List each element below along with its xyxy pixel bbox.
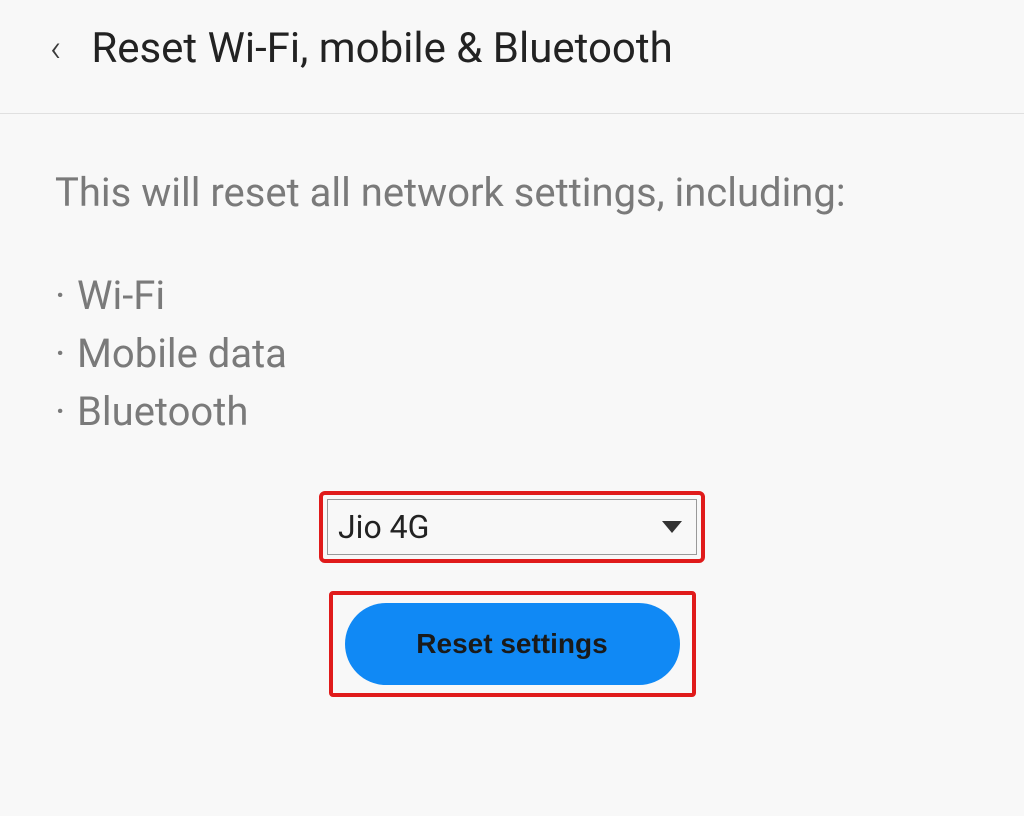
controls-container: Jio 4G Reset settings bbox=[55, 491, 969, 697]
highlight-annotation: Jio 4G bbox=[319, 491, 705, 563]
reset-items-list: Wi-Fi Mobile data Bluetooth bbox=[55, 267, 969, 441]
network-dropdown[interactable]: Jio 4G bbox=[327, 499, 697, 555]
reset-settings-button[interactable]: Reset settings bbox=[345, 603, 680, 685]
description-text: This will reset all network settings, in… bbox=[55, 164, 969, 222]
highlight-annotation: Reset settings bbox=[329, 591, 696, 697]
content-area: This will reset all network settings, in… bbox=[0, 114, 1024, 747]
chevron-down-icon bbox=[662, 521, 682, 533]
page-title: Reset Wi-Fi, mobile & Bluetooth bbox=[91, 24, 672, 73]
list-item: Bluetooth bbox=[55, 383, 969, 441]
header-bar: ‹ Reset Wi-Fi, mobile & Bluetooth bbox=[0, 0, 1024, 114]
list-item: Mobile data bbox=[55, 325, 969, 383]
back-icon[interactable]: ‹ bbox=[50, 30, 61, 68]
list-item: Wi-Fi bbox=[55, 267, 969, 325]
dropdown-selected-value: Jio 4G bbox=[338, 508, 429, 546]
